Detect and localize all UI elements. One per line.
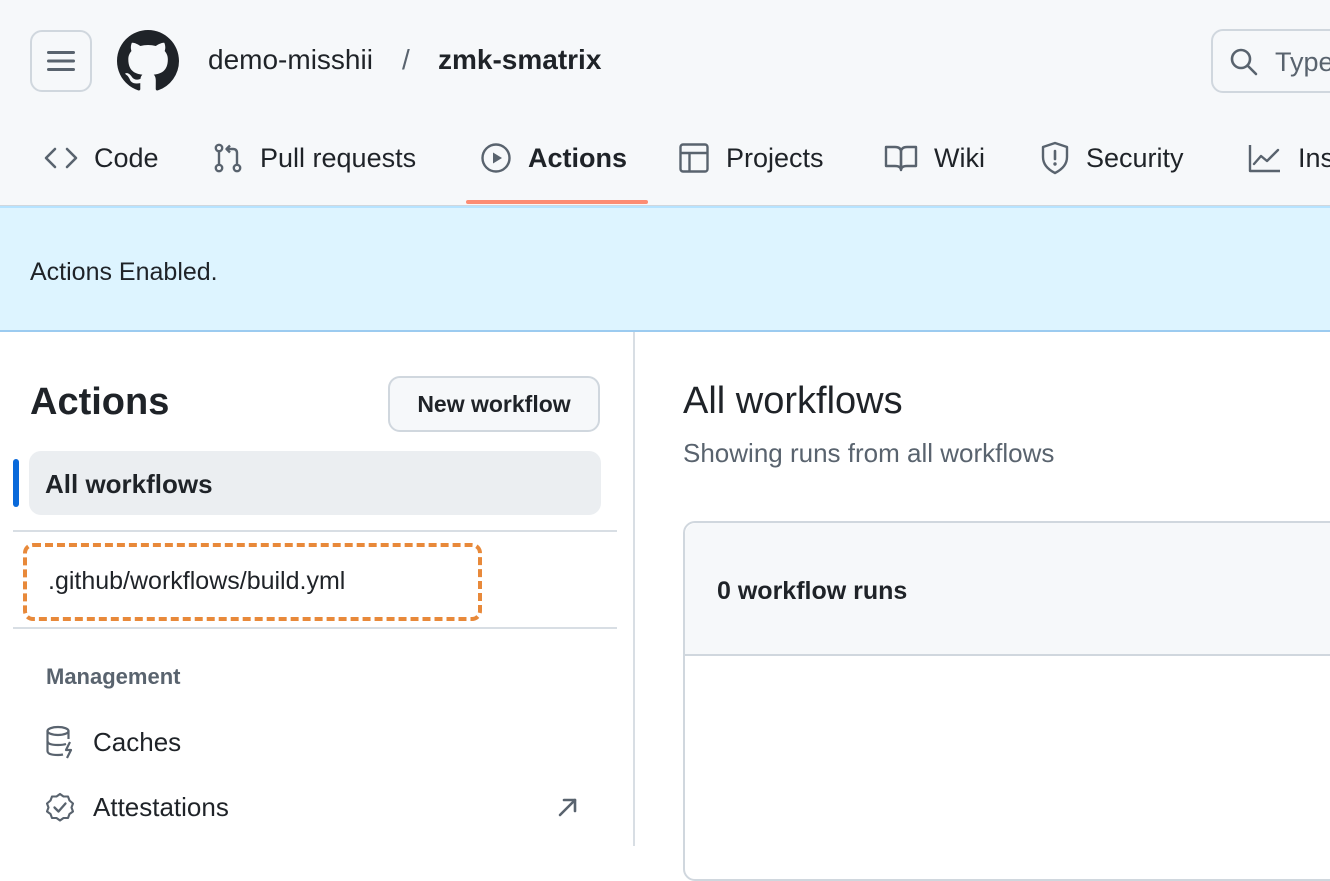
- tab-code-label: Code: [94, 142, 159, 173]
- management-heading: Management: [46, 664, 181, 689]
- tab-wiki-label: Wiki: [934, 142, 985, 173]
- workflow-runs-box: 0 workflow runs: [683, 521, 1330, 881]
- sidebar-item-workflow-build[interactable]: .github/workflows/build.yml: [23, 543, 482, 621]
- sidebar-item-label: Attestations: [93, 791, 229, 822]
- active-item-indicator: [13, 459, 19, 507]
- book-icon: [884, 145, 918, 172]
- repo-header: demo-misshii / zmk-smatrix Type Code Pul…: [0, 0, 1330, 206]
- page-subtitle: Showing runs from all workflows: [683, 438, 1055, 468]
- workflow-runs-header: 0 workflow runs: [685, 523, 1330, 656]
- sidebar-item-label: Caches: [93, 726, 182, 757]
- sidebar-item-all-workflows[interactable]: All workflows: [29, 451, 601, 515]
- repo-name-link[interactable]: zmk-smatrix: [438, 44, 601, 76]
- hamburger-icon: [47, 51, 75, 71]
- tab-code[interactable]: Code: [44, 136, 159, 180]
- sidebar-item-label: All workflows: [45, 469, 213, 499]
- play-icon: [481, 143, 511, 173]
- banner-message: Actions Enabled.: [30, 258, 218, 286]
- path-separator: /: [402, 44, 410, 75]
- sidebar-item-caches[interactable]: Caches: [45, 722, 181, 762]
- sidebar-item-attestations[interactable]: Attestations: [45, 787, 229, 827]
- git-pull-request-icon: [214, 143, 242, 173]
- hamburger-menu-button[interactable]: [30, 30, 92, 92]
- search-icon: [1230, 48, 1258, 76]
- github-logo-icon[interactable]: [117, 30, 179, 92]
- divider: [13, 530, 617, 532]
- tab-wiki[interactable]: Wiki: [884, 136, 985, 180]
- tab-pull-requests-label: Pull requests: [260, 142, 417, 173]
- external-link-arrow-icon: [558, 798, 577, 817]
- page-title: All workflows: [683, 380, 903, 422]
- tab-actions[interactable]: Actions: [480, 136, 627, 180]
- tab-insights-label: Insights: [1298, 142, 1330, 173]
- tab-projects-label: Projects: [726, 142, 824, 173]
- workflow-file-label: .github/workflows/build.yml: [48, 567, 346, 595]
- code-icon: [44, 147, 78, 169]
- tab-insights[interactable]: Insights: [1248, 136, 1330, 180]
- table-icon: [679, 143, 709, 173]
- tab-security-label: Security: [1086, 142, 1184, 173]
- workflow-runs-count: 0 workflow runs: [717, 577, 908, 605]
- flash-banner: Actions Enabled.: [0, 206, 1330, 332]
- divider: [13, 627, 617, 629]
- sidebar-divider: [633, 332, 635, 846]
- tab-actions-label: Actions: [528, 142, 628, 173]
- verified-icon: [45, 792, 75, 822]
- sidebar-title: Actions: [30, 381, 170, 423]
- search-input[interactable]: Type: [1211, 29, 1330, 93]
- graph-icon: [1248, 145, 1280, 173]
- tab-projects[interactable]: Projects: [678, 136, 824, 180]
- search-placeholder: Type: [1275, 47, 1330, 77]
- new-workflow-button[interactable]: New workflow: [388, 376, 600, 432]
- repo-owner-link[interactable]: demo-misshii: [208, 44, 373, 76]
- tab-security[interactable]: Security: [1040, 136, 1184, 180]
- database-icon: [46, 725, 73, 759]
- active-tab-indicator: [466, 200, 648, 204]
- shield-icon: [1041, 141, 1069, 175]
- tab-pull-requests[interactable]: Pull requests: [212, 136, 416, 180]
